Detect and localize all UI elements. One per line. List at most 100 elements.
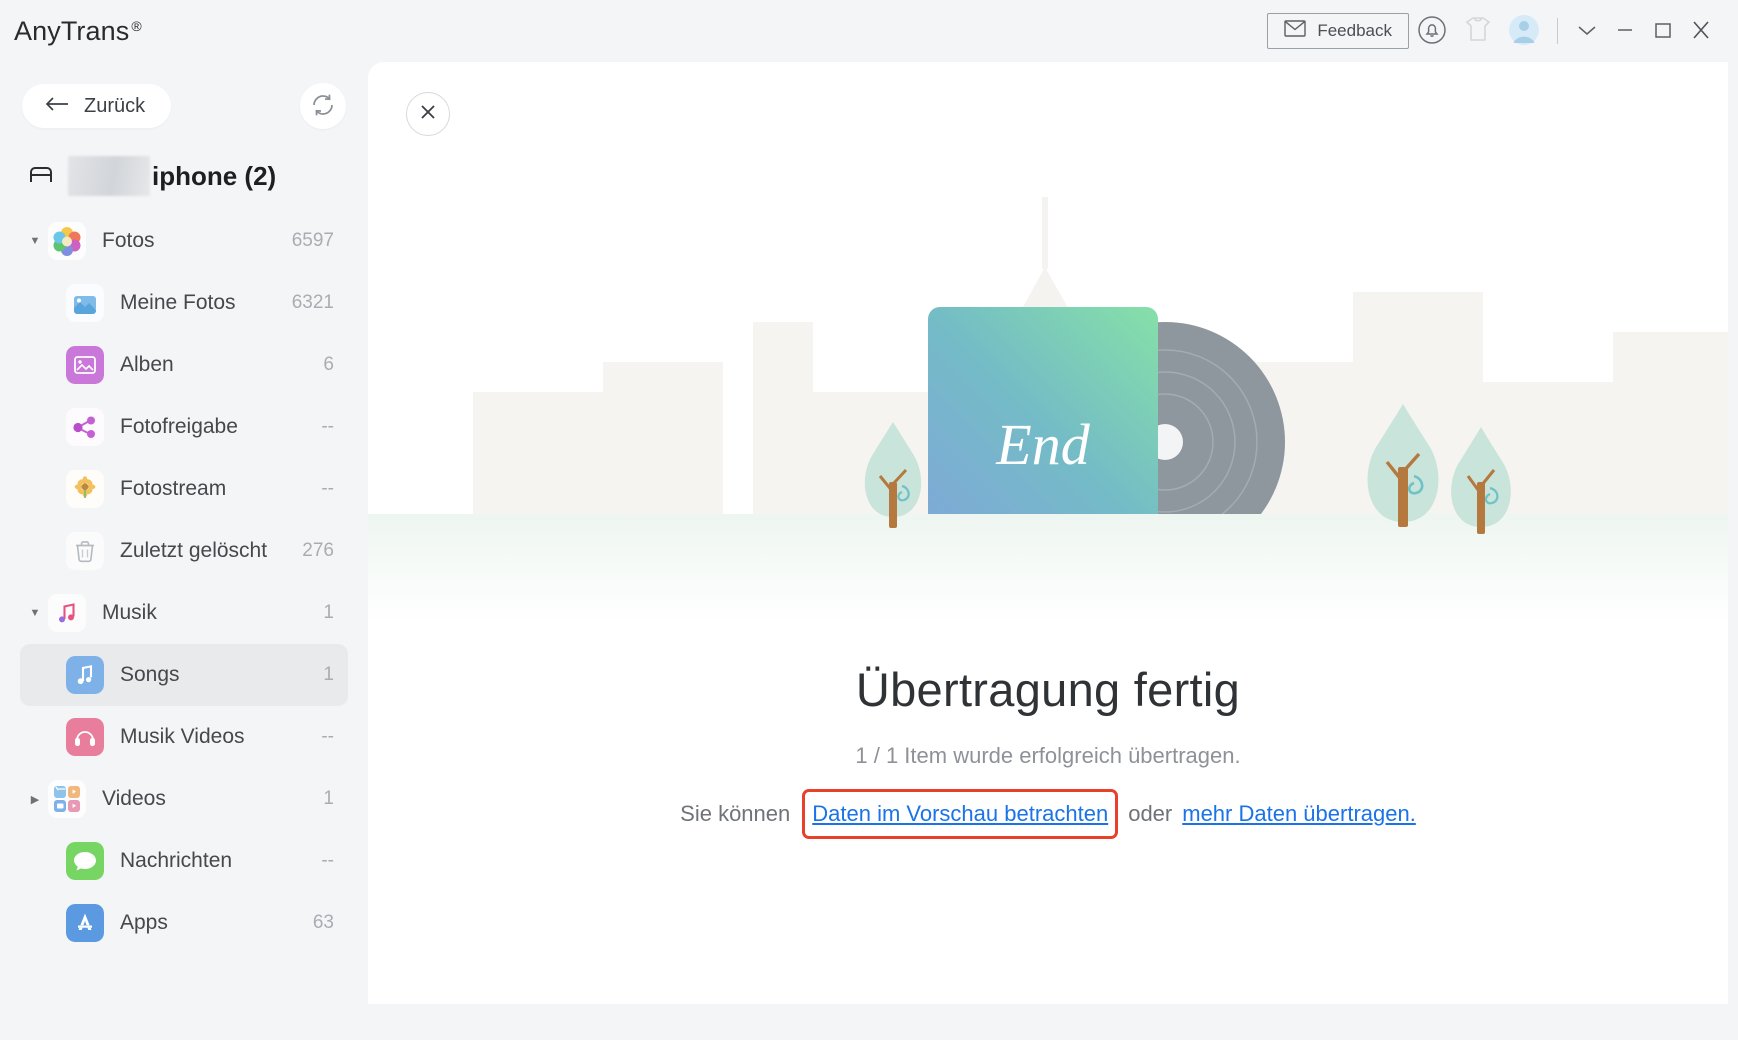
sidebar-item-label: Fotostream <box>120 477 227 500</box>
sidebar-item-label: Zuletzt gelöscht <box>120 539 268 562</box>
apps-icon <box>66 904 104 942</box>
tshirt-icon <box>1463 16 1493 47</box>
ground <box>368 514 1728 622</box>
avatar-icon <box>1507 13 1541 50</box>
collapse-button[interactable] <box>1568 11 1606 51</box>
chevron-down-icon <box>1576 23 1598 40</box>
sidebar-item-count: 6321 <box>291 292 334 313</box>
feedback-label: Feedback <box>1317 21 1392 40</box>
sidebar-item-count: 1 <box>323 788 334 809</box>
sidebar-item-musik[interactable]: ▼ Musik 1 <box>20 582 348 644</box>
sidebar-item-nachrichten[interactable]: ▶ Nachrichten -- <box>20 830 348 892</box>
sidebar-item-label: Alben <box>120 353 174 376</box>
sidebar-item-label: Videos <box>102 787 166 810</box>
device-name: iphone (2) <box>68 156 276 196</box>
sidebar-item-label: Fotos <box>102 229 155 252</box>
chevron-expanded-icon[interactable]: ▼ <box>22 607 48 619</box>
sidebar-item-count: -- <box>321 478 334 499</box>
sidebar-toolbar: Zurück <box>0 62 368 134</box>
maximize-icon <box>1652 21 1674 42</box>
sidebar-item-label: Musik Videos <box>120 725 245 748</box>
back-button-label: Zurück <box>84 94 146 117</box>
titlebar-controls: Feedback <box>1267 8 1720 54</box>
sidebar-item-alben[interactable]: ▶ Alben 6 <box>20 334 348 396</box>
transfer-status-block: Übertragung fertig 1 / 1 Item wurde erfo… <box>368 662 1728 839</box>
envelope-icon <box>1284 20 1307 42</box>
sidebar-item-meine-fotos[interactable]: ▶ Meine Fotos 6321 <box>20 272 348 334</box>
title-bar: AnyTrans ® Feedback <box>0 0 1738 62</box>
sidebar-item-videos[interactable]: ▶ Videos 1 <box>20 768 348 830</box>
sidebar-item-label: Nachrichten <box>120 849 233 872</box>
transfer-summary: 1 / 1 Item wurde erfolgreich übertragen. <box>855 743 1241 768</box>
sidebar-item-zuletzt-geloescht[interactable]: ▶ Zuletzt gelöscht 276 <box>20 520 348 582</box>
sidebar-item-apps[interactable]: ▶ Apps 63 <box>20 892 348 954</box>
refresh-icon <box>310 92 336 121</box>
links-middle: oder <box>1128 801 1173 826</box>
sidebar-item-songs[interactable]: ▶ Songs 1 <box>20 644 348 706</box>
device-header: iphone (2) <box>0 134 368 206</box>
sidebar-item-fotofreigabe[interactable]: ▶ Fotofreigabe -- <box>20 396 348 458</box>
bell-icon <box>1415 13 1449 50</box>
links-prefix: Sie können <box>680 801 791 826</box>
account-button[interactable] <box>1501 8 1547 54</box>
transfer-more-link[interactable]: mehr Daten übertragen. <box>1182 801 1416 827</box>
registered-mark: ® <box>131 17 142 34</box>
music-icon <box>48 594 86 632</box>
page-title: Übertragung fertig <box>855 663 1241 716</box>
sidebar: Zurück iphone (2) ▼ Fotos 6597 Meine Fot… <box>0 62 368 1040</box>
sidebar-item-musik-videos[interactable]: ▶ Musik Videos -- <box>20 706 348 768</box>
sidebar-item-count: 1 <box>323 602 334 623</box>
sidebar-item-fotos[interactable]: ▼ Fotos 6597 <box>20 210 348 272</box>
titlebar-divider <box>1557 18 1558 44</box>
transfer-complete-illustration: End <box>368 62 1728 622</box>
photo-share-icon <box>66 408 104 446</box>
music-video-icon <box>66 718 104 756</box>
feedback-button[interactable]: Feedback <box>1267 13 1409 49</box>
messages-icon <box>66 842 104 880</box>
album-cover-text: End <box>995 412 1090 477</box>
tshirt-button[interactable] <box>1455 8 1501 54</box>
chevron-expanded-icon[interactable]: ▼ <box>22 235 48 247</box>
app-logo: AnyTrans ® <box>14 16 142 47</box>
app-body: Zurück iphone (2) ▼ Fotos 6597 Meine Fot… <box>0 62 1738 1040</box>
videos-icon <box>48 780 86 818</box>
sidebar-item-count: -- <box>321 850 334 871</box>
songs-icon <box>66 656 104 694</box>
sidebar-item-label: Songs <box>120 663 180 686</box>
sidebar-item-label: Musik <box>102 601 157 624</box>
minimize-icon <box>1614 23 1636 40</box>
notifications-button[interactable] <box>1409 8 1455 54</box>
sidebar-item-count: 276 <box>302 540 334 561</box>
photos-icon <box>48 222 86 260</box>
sidebar-item-count: 6 <box>323 354 334 375</box>
chevron-collapsed-icon[interactable]: ▶ <box>22 793 48 806</box>
arrow-left-icon <box>44 95 70 118</box>
back-button[interactable]: Zurück <box>22 84 172 128</box>
sidebar-item-fotostream[interactable]: ▶ <box>20 458 348 520</box>
main-panel: End Übertragung fertig 1 / 1 Item wurde … <box>368 62 1728 1004</box>
device-name-text: iphone (2) <box>152 160 277 191</box>
highlight-box: Daten im Vorschau betrachten <box>802 789 1119 839</box>
sidebar-item-label: Fotofreigabe <box>120 415 238 438</box>
sidebar-item-count: 6597 <box>291 230 334 251</box>
sidebar-item-count: -- <box>321 416 334 437</box>
sidebar-nav: ▼ Fotos 6597 ▶ <box>0 206 368 954</box>
preview-data-link[interactable]: Daten im Vorschau betrachten <box>812 801 1108 827</box>
albums-icon <box>66 346 104 384</box>
action-links: Sie können Daten im Vorschau betrachten … <box>368 789 1728 839</box>
sidebar-item-count: 63 <box>312 912 334 933</box>
close-window-button[interactable] <box>1682 11 1720 51</box>
album-cover: End <box>928 307 1158 537</box>
sidebar-item-label: Apps <box>120 911 168 934</box>
close-panel-button[interactable] <box>406 92 450 136</box>
sidebar-item-count: -- <box>321 726 334 747</box>
sidebar-item-count: 1 <box>323 664 334 685</box>
minimize-button[interactable] <box>1606 11 1644 51</box>
close-icon <box>1689 19 1713 44</box>
maximize-button[interactable] <box>1644 11 1682 51</box>
trash-icon <box>66 532 104 570</box>
device-icon <box>28 163 54 190</box>
refresh-button[interactable] <box>300 83 346 129</box>
my-photos-icon <box>66 284 104 322</box>
sidebar-item-label: Meine Fotos <box>120 291 236 314</box>
